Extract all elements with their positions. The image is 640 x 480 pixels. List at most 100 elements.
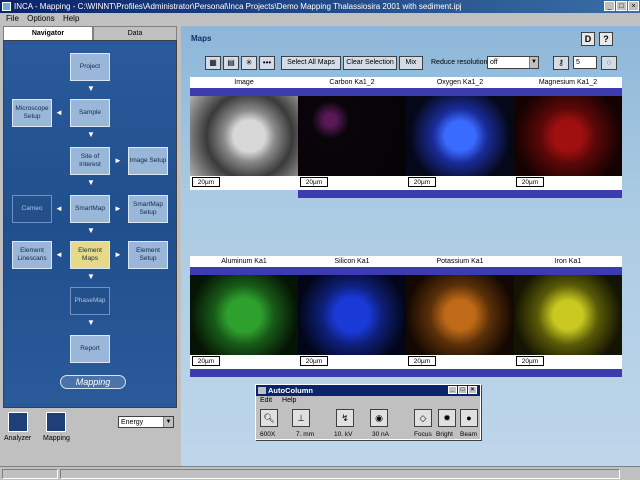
bright-icon[interactable]: ✹ [438, 409, 456, 427]
sparkle-icon[interactable]: ✳ [241, 56, 257, 70]
tile-label: Image [234, 79, 254, 86]
arrow-down-icon: ▼ [87, 130, 95, 139]
mag-value: 600X [260, 431, 276, 438]
oxygen-map[interactable] [406, 96, 514, 176]
magnify-icon[interactable]: 🔍︎ [260, 409, 278, 427]
menu-help[interactable]: Help [63, 14, 79, 23]
analyzer-icon[interactable] [8, 412, 28, 432]
help-icon[interactable]: ? [599, 32, 613, 46]
current-icon[interactable]: ◉ [370, 409, 388, 427]
sem-image[interactable] [190, 96, 298, 176]
mode-select[interactable]: Energy ▼ [118, 416, 174, 428]
tab-navigator[interactable]: Navigator [3, 26, 93, 40]
window-titlebar: INCA - Mapping - C:\WINNT\Profiles\Admin… [0, 0, 640, 13]
nav-site-of-interest[interactable]: Site of Interest [70, 147, 110, 175]
nav-element-maps[interactable]: Element Maps [70, 241, 110, 269]
nav-element-linescans[interactable]: Element Linescans [12, 241, 52, 269]
bottom-toolbar: Analyzer Mapping Energy ▼ [0, 408, 180, 468]
autocolumn-window: AutoColumn _ □ × Edit Help 🔍︎ ⊥ ↯ ◉ ◇ ✹ … [255, 384, 481, 440]
focus-label: Focus [414, 431, 432, 438]
clear-selection-button[interactable]: Clear Selection [343, 56, 397, 70]
menu-file[interactable]: File [6, 14, 19, 23]
silicon-map[interactable] [298, 275, 406, 355]
working-distance-icon[interactable]: ⊥ [292, 409, 310, 427]
mapping-icon[interactable] [46, 412, 66, 432]
nav-sample[interactable]: Sample [70, 99, 110, 127]
arrow-right-icon: ► [114, 250, 122, 259]
magnesium-map[interactable] [514, 96, 622, 176]
row1-header: Image Carbon Ka1_2 Oxygen Ka1_2 Magnesiu… [190, 77, 622, 88]
layout-icon[interactable]: D [581, 32, 595, 46]
reduce-resolution-select[interactable]: off ▼ [487, 56, 539, 69]
key-icon[interactable]: ⚷ [553, 56, 569, 70]
select-all-maps-button[interactable]: Select All Maps [281, 56, 341, 70]
status-segment [2, 469, 58, 479]
row1-tiles [190, 96, 622, 176]
chevron-down-icon[interactable]: ▼ [529, 57, 538, 68]
arrow-right-icon: ► [114, 156, 122, 165]
arrow-left-icon: ◄ [55, 108, 63, 117]
minimize-button[interactable]: _ [604, 1, 615, 11]
autocolumn-menu: Edit Help [260, 397, 296, 404]
iron-map[interactable] [514, 275, 622, 355]
nav-smartmap[interactable]: SmartMap [70, 195, 110, 223]
navigator-panel: Project ▼ Sample Microscope Setup ◄ ▼ Si… [3, 40, 177, 408]
scale-bar: 20µm [300, 177, 328, 187]
arrow-down-icon: ▼ [87, 272, 95, 281]
menu-edit[interactable]: Edit [260, 397, 272, 404]
aluminum-map[interactable] [190, 275, 298, 355]
scale-bar: 20µm [516, 356, 544, 366]
arrow-down-icon: ▼ [87, 178, 95, 187]
band [190, 88, 622, 96]
page-title: Maps [191, 34, 212, 43]
reduce-resolution-label: Reduce resolution [431, 59, 488, 66]
kv-value: 10. kV [334, 431, 353, 438]
scale-bar: 20µm [192, 177, 220, 187]
beam-icon[interactable]: ● [460, 409, 478, 427]
dots-icon[interactable]: ••• [259, 56, 275, 70]
scale-bar: 20µm [408, 177, 436, 187]
app-icon [2, 2, 11, 11]
maps-toolbar: ▦ ▤ ✳ ••• Select All Maps Clear Selectio… [181, 56, 640, 74]
refresh-icon[interactable]: ◌ [601, 56, 617, 70]
minimize-button[interactable]: _ [448, 386, 457, 394]
row2-scalebars: 20µm 20µm 20µm 20µm [190, 355, 622, 369]
maximize-button[interactable]: □ [458, 386, 467, 394]
nav-report[interactable]: Report [70, 335, 110, 363]
arrow-left-icon: ◄ [55, 204, 63, 213]
focus-icon[interactable]: ◇ [414, 409, 432, 427]
tile-label: Magnesium Ka1_2 [538, 79, 598, 86]
carbon-map[interactable] [298, 96, 406, 176]
nav-smartmap-setup[interactable]: SmartMap Setup [128, 195, 168, 223]
tab-data[interactable]: Data [93, 26, 177, 40]
grid2-icon[interactable]: ▤ [223, 56, 239, 70]
arrow-left-icon: ◄ [55, 250, 63, 259]
status-segment [60, 469, 620, 479]
nav-phasemap[interactable]: PhaseMap [70, 287, 110, 315]
menu-options[interactable]: Options [27, 14, 55, 23]
grid-icon[interactable]: ▦ [205, 56, 221, 70]
scale-bar: 20µm [192, 356, 220, 366]
chevron-down-icon[interactable]: ▼ [163, 417, 173, 427]
arrow-down-icon: ▼ [87, 226, 95, 235]
potassium-map[interactable] [406, 275, 514, 355]
nav-microscope-setup[interactable]: Microscope Setup [12, 99, 52, 127]
close-button[interactable]: × [468, 386, 477, 394]
resolution-spinner[interactable]: 5 [573, 56, 597, 69]
menu-help[interactable]: Help [282, 397, 296, 404]
scale-bar: 20µm [300, 356, 328, 366]
nav-project[interactable]: Project [70, 53, 110, 81]
row1-scalebars: 20µm 20µm 20µm 20µm [190, 176, 622, 190]
nav-image-setup[interactable]: Image Setup [128, 147, 168, 175]
kv-icon[interactable]: ↯ [336, 409, 354, 427]
mapping-tool-label: Mapping [43, 435, 70, 442]
nav-cameo[interactable]: Cameo [12, 195, 52, 223]
nav-element-setup[interactable]: Element Setup [128, 241, 168, 269]
scale-bar: 20µm [516, 177, 544, 187]
close-button[interactable]: × [628, 1, 639, 11]
maximize-button[interactable]: □ [616, 1, 627, 11]
mapping-label: Mapping [60, 375, 126, 389]
mix-button[interactable]: Mix [399, 56, 423, 70]
wd-value: 7. mm [296, 431, 315, 438]
window-title: INCA - Mapping - C:\WINNT\Profiles\Admin… [14, 2, 462, 11]
